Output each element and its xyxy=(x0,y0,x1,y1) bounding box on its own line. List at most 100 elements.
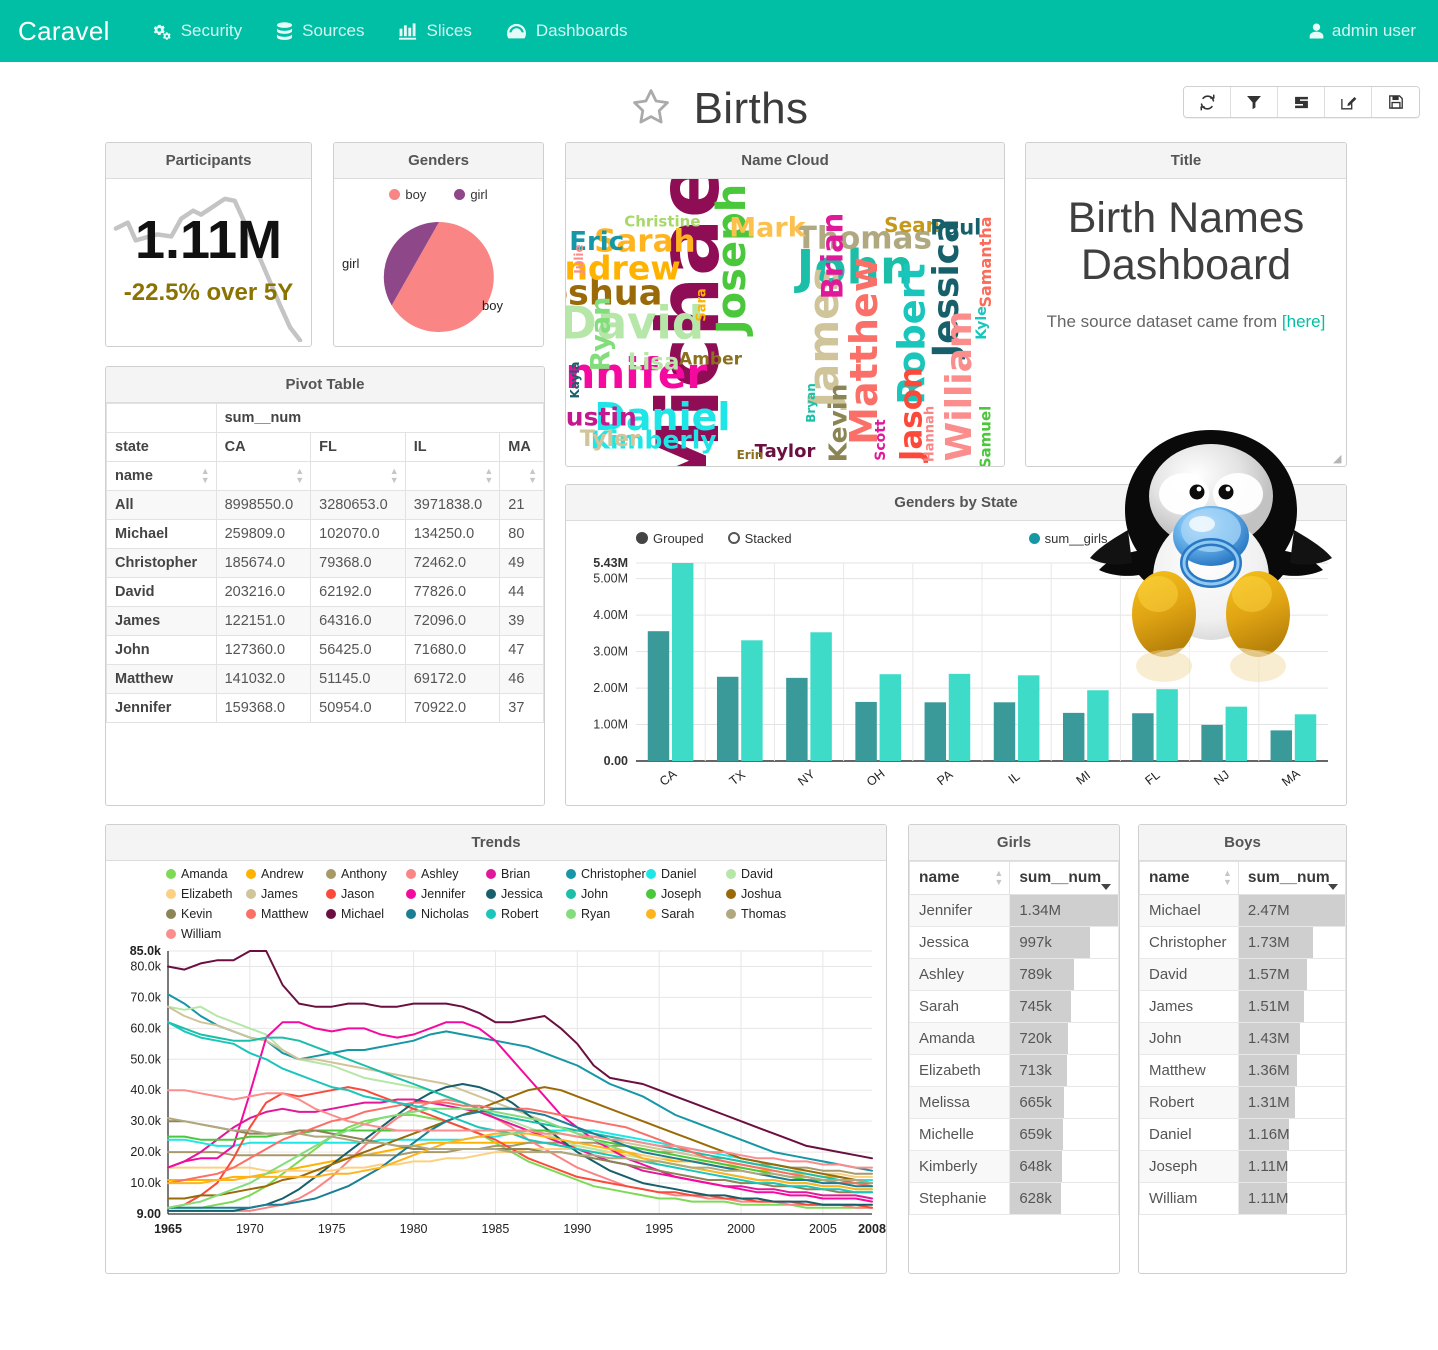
pivot-col-sort[interactable]: ▲ ▼ xyxy=(404,461,501,491)
bar[interactable] xyxy=(924,702,947,761)
sort-icon[interactable]: ▲ ▼ xyxy=(1223,869,1232,887)
bar[interactable] xyxy=(879,674,902,761)
barchart-legend-boys[interactable]: sum__boys xyxy=(1145,531,1228,546)
pivot-col-header[interactable]: IL xyxy=(404,432,501,462)
word-cloud-item[interactable]: Mark xyxy=(729,214,805,241)
word-cloud-item[interactable]: Hannah xyxy=(922,406,937,462)
trends-legend-item[interactable]: Joseph xyxy=(646,887,726,901)
table-row[interactable]: Stephanie 628k xyxy=(909,1182,1119,1215)
trends-legend-item[interactable]: Andrew xyxy=(246,867,326,881)
table-row[interactable]: Christopher 1.73M xyxy=(1139,926,1346,959)
panel-genders-by-state[interactable]: Genders by State Grouped Stacked sum__gi… xyxy=(565,484,1347,806)
pivot-col-sort[interactable]: ▲ ▼ xyxy=(499,461,544,491)
word-cloud-item[interactable]: Ryan xyxy=(586,297,617,372)
pivot-col-header[interactable]: FL xyxy=(310,432,406,462)
trends-legend-item[interactable]: Matthew xyxy=(246,907,326,921)
bar[interactable] xyxy=(948,673,971,761)
word-cloud-item[interactable]: Justin xyxy=(566,405,637,430)
bar[interactable] xyxy=(1201,724,1223,761)
table-row[interactable]: David 203216.0 62192.0 77826.0 44 xyxy=(106,577,544,607)
table-row[interactable]: John 1.43M xyxy=(1139,1022,1346,1055)
bar[interactable] xyxy=(1132,713,1154,761)
pivot-table[interactable]: sum__num state CA FL IL MA name ▲ ▼ ▲ ▼ ▲ ▼ ▲ ▼ ▲ ▼ All 89… xyxy=(106,403,544,723)
table-row[interactable]: Ashley 789k xyxy=(909,958,1119,991)
word-cloud-item[interactable]: Joseph xyxy=(709,184,755,334)
col-header-name[interactable]: name ▲ ▼ xyxy=(1139,861,1239,895)
trends-legend-item[interactable]: David xyxy=(726,867,806,881)
boys-table[interactable]: name ▲ ▼ sum__num Michael 2.47M Christopher 1.7… xyxy=(1139,861,1346,1215)
panel-boys[interactable]: Boys name ▲ ▼ sum__num Michael 2.47M Christoph… xyxy=(1138,824,1347,1274)
refresh-button[interactable] xyxy=(1184,87,1231,117)
sort-icon[interactable]: ▲ ▼ xyxy=(390,467,399,485)
panel-name-cloud[interactable]: Name Cloud MichaelJenniferDavidJosephJoh… xyxy=(565,142,1005,467)
bar[interactable] xyxy=(786,677,808,761)
trends-legend-item[interactable]: James xyxy=(246,887,326,901)
col-header-value[interactable]: sum__num xyxy=(1237,861,1346,895)
table-row[interactable]: Michael 259809.0 102070.0 134250.0 80 xyxy=(106,519,544,549)
table-row[interactable]: Daniel 1.16M xyxy=(1139,1118,1346,1151)
trends-legend-item[interactable]: Brian xyxy=(486,867,566,881)
bar[interactable] xyxy=(1294,714,1317,761)
trends-legend-item[interactable]: Jessica xyxy=(486,887,566,901)
word-cloud-item[interactable]: Samantha xyxy=(976,217,995,308)
table-row[interactable]: Melissa 665k xyxy=(909,1086,1119,1119)
trends-legend-item[interactable]: Christopher xyxy=(566,867,646,881)
nav-item-sources[interactable]: Sources xyxy=(259,0,381,62)
table-row[interactable]: William 1.11M xyxy=(1139,1182,1346,1215)
nav-item-security[interactable]: Security xyxy=(136,0,259,62)
girls-table[interactable]: name ▲ ▼ sum__num Jennifer 1.34M Jessica 997k As… xyxy=(909,861,1119,1215)
trends-legend-item[interactable]: Robert xyxy=(486,907,566,921)
trends-legend-item[interactable]: John xyxy=(566,887,646,901)
panel-participants[interactable]: Participants 1.11M -22.5% over 5Y xyxy=(105,142,312,347)
trends-legend-item[interactable]: Anthony xyxy=(326,867,406,881)
sort-icon[interactable]: ▲ ▼ xyxy=(201,467,210,485)
panel-pivot-table[interactable]: Pivot Table sum__num state CA FL IL MA name ▲ ▼ ▲… xyxy=(105,366,545,806)
nav-item-dashboards[interactable]: Dashboards xyxy=(489,0,645,62)
bar[interactable] xyxy=(1062,712,1085,761)
trends-legend-item[interactable]: Michael xyxy=(326,907,406,921)
word-cloud-item[interactable]: William xyxy=(939,310,980,461)
bar[interactable] xyxy=(741,640,763,761)
bar[interactable] xyxy=(855,701,877,761)
table-row[interactable]: Jessica 997k xyxy=(909,926,1119,959)
nav-item-slices[interactable]: Slices xyxy=(382,0,489,62)
table-row[interactable]: James 122151.0 64316.0 72096.0 39 xyxy=(106,606,544,636)
word-cloud-item[interactable]: Christine xyxy=(624,214,700,230)
table-row[interactable]: Matthew 1.36M xyxy=(1139,1054,1346,1087)
bar[interactable] xyxy=(1017,675,1040,761)
barchart-legend-girls[interactable]: sum__girls xyxy=(1028,531,1108,546)
brand-logo[interactable]: Caravel xyxy=(18,16,110,47)
user-menu[interactable]: admin user xyxy=(1309,21,1416,41)
panel-girls[interactable]: Girls name ▲ ▼ sum__num Jennifer 1.34M Jessica… xyxy=(908,824,1120,1274)
bar[interactable] xyxy=(716,676,739,761)
sort-icon[interactable]: ▲ ▼ xyxy=(528,467,537,485)
table-row[interactable]: Michelle 659k xyxy=(909,1118,1119,1151)
trends-legend-item[interactable]: Joshua xyxy=(726,887,806,901)
table-row[interactable]: Robert 1.31M xyxy=(1139,1086,1346,1119)
word-cloud-item[interactable]: Amber xyxy=(679,351,742,368)
table-row[interactable]: Jennifer 1.34M xyxy=(909,894,1119,927)
table-row[interactable]: Christopher 185674.0 79368.0 72462.0 49 xyxy=(106,548,544,578)
bar[interactable] xyxy=(671,563,694,761)
table-row[interactable]: Joseph 1.11M xyxy=(1139,1150,1346,1183)
word-cloud-item[interactable]: Sara xyxy=(694,289,709,322)
table-row[interactable]: Elizabeth 713k xyxy=(909,1054,1119,1087)
bar[interactable] xyxy=(1087,690,1109,761)
sort-icon[interactable]: ▲ ▼ xyxy=(994,869,1003,887)
table-row[interactable]: David 1.57M xyxy=(1139,958,1346,991)
panel-trends[interactable]: Trends Amanda Andrew Anthony Ashley Brian Chr… xyxy=(105,824,887,1274)
trends-legend-item[interactable]: Jason xyxy=(326,887,406,901)
trends-legend-item[interactable]: Thomas xyxy=(726,907,806,921)
barchart-mode-stacked[interactable]: Stacked xyxy=(727,531,792,546)
trends-legend-item[interactable]: Ryan xyxy=(566,907,646,921)
table-row[interactable]: Sarah 745k xyxy=(909,990,1119,1023)
star-icon[interactable] xyxy=(630,86,672,133)
pivot-col-sort[interactable]: ▲ ▼ xyxy=(215,461,312,491)
table-row[interactable]: All 8998550.0 3280653.0 3971838.0 21 xyxy=(106,490,544,520)
table-row[interactable]: Kimberly 648k xyxy=(909,1150,1119,1183)
trends-legend-item[interactable]: Kevin xyxy=(166,907,246,921)
trends-legend-item[interactable]: Ashley xyxy=(406,867,486,881)
trends-legend-item[interactable]: Elizabeth xyxy=(166,887,246,901)
table-row[interactable]: Amanda 720k xyxy=(909,1022,1119,1055)
css-button[interactable] xyxy=(1278,87,1325,117)
